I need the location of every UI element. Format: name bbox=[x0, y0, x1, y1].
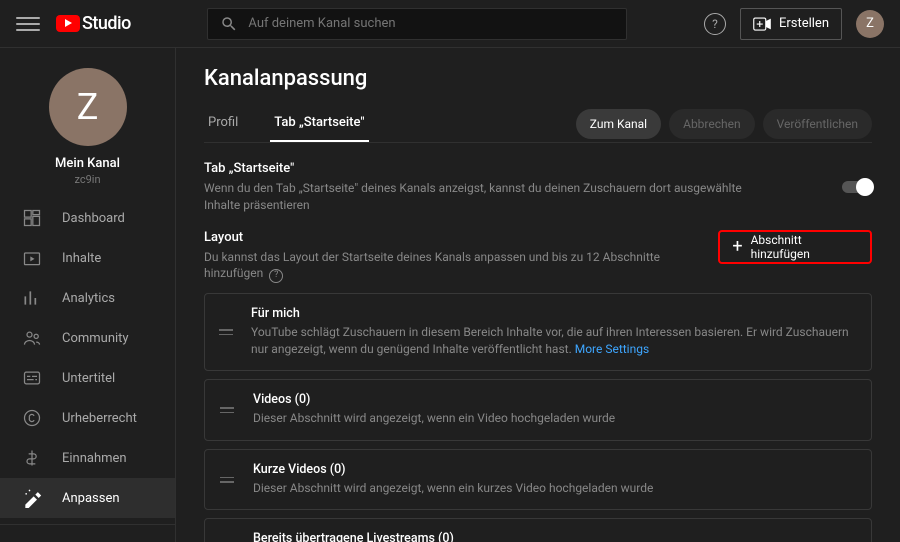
sidebar-item-copyright[interactable]: Urheberrecht bbox=[0, 398, 175, 438]
analytics-icon bbox=[22, 288, 42, 308]
content-icon bbox=[22, 248, 42, 268]
sidebar-item-subtitles[interactable]: Untertitel bbox=[0, 358, 175, 398]
drag-handle-icon[interactable] bbox=[219, 329, 233, 335]
sidebar-item-community[interactable]: Community bbox=[0, 318, 175, 358]
sidebar-item-analytics[interactable]: Analytics bbox=[0, 278, 175, 318]
account-avatar[interactable]: Z bbox=[856, 10, 884, 38]
layout-card[interactable]: Bereits übertragene Livestreams (0)Diese… bbox=[204, 518, 872, 542]
create-icon bbox=[753, 17, 771, 31]
tab-profile[interactable]: Profil bbox=[204, 105, 242, 142]
card-desc: Dieser Abschnitt wird angezeigt, wenn ei… bbox=[253, 480, 653, 497]
plus-icon: + bbox=[732, 238, 742, 256]
separator bbox=[0, 524, 175, 525]
card-title: Bereits übertragene Livestreams (0) bbox=[253, 531, 667, 542]
channel-handle: zc9in bbox=[74, 173, 100, 186]
card-title: Videos (0) bbox=[253, 392, 615, 407]
sidebar-item-content[interactable]: Inhalte bbox=[0, 238, 175, 278]
more-settings-link[interactable]: More Settings bbox=[575, 342, 649, 356]
app-header: Studio ? Erstellen Z bbox=[0, 0, 900, 48]
sidebar: Z Mein Kanal zc9in Dashboard Inhalte Ana… bbox=[0, 48, 176, 542]
card-desc: YouTube schlägt Zuschauern in diesem Ber… bbox=[251, 324, 857, 359]
layout-card[interactable]: Kurze Videos (0) Dieser Abschnitt wird an… bbox=[204, 449, 872, 510]
main-content: Kanalanpassung Profil Tab „Startseite" Z… bbox=[176, 48, 900, 542]
layout-card[interactable]: Für mich YouTube schlägt Zuschauern in di… bbox=[204, 293, 872, 372]
card-title: Kurze Videos (0) bbox=[253, 462, 653, 477]
home-tab-section: Tab „Startseite" Wenn du den Tab „Starts… bbox=[204, 161, 872, 214]
layout-heading: Layout bbox=[204, 230, 718, 245]
card-desc: Dieser Abschnitt wird angezeigt, wenn ei… bbox=[253, 410, 615, 427]
home-tab-desc: Wenn du den Tab „Startseite" deines Kana… bbox=[204, 180, 764, 214]
sidebar-item-customization[interactable]: Anpassen bbox=[0, 478, 175, 518]
customization-icon bbox=[22, 488, 42, 508]
tab-home[interactable]: Tab „Startseite" bbox=[270, 105, 368, 142]
sidebar-item-settings[interactable]: Einstellungen bbox=[0, 531, 175, 542]
card-title: Für mich bbox=[251, 306, 857, 321]
search-input[interactable] bbox=[248, 16, 614, 31]
home-tab-toggle[interactable] bbox=[842, 181, 872, 193]
tab-bar: Profil Tab „Startseite" Zum Kanal Abbrec… bbox=[204, 105, 872, 143]
logo[interactable]: Studio bbox=[56, 13, 131, 34]
copyright-icon bbox=[22, 408, 42, 428]
community-icon bbox=[22, 328, 42, 348]
layout-section: Layout Du kannst das Layout der Startsei… bbox=[204, 230, 872, 283]
channel-profile: Z Mein Kanal zc9in bbox=[0, 48, 175, 198]
home-tab-heading: Tab „Startseite" bbox=[204, 161, 764, 176]
cancel-button[interactable]: Abbrechen bbox=[669, 109, 755, 139]
subtitles-icon bbox=[22, 368, 42, 388]
youtube-icon bbox=[56, 15, 80, 32]
menu-toggle[interactable] bbox=[16, 12, 40, 36]
dashboard-icon bbox=[22, 208, 42, 228]
channel-name: Mein Kanal bbox=[55, 156, 120, 171]
page-title: Kanalanpassung bbox=[204, 66, 872, 91]
search-icon bbox=[220, 15, 238, 33]
add-section-button[interactable]: + Abschnitt hinzufügen bbox=[718, 230, 872, 264]
publish-button[interactable]: Veröffentlichen bbox=[763, 109, 872, 139]
help-icon[interactable]: ? bbox=[704, 13, 726, 35]
channel-avatar[interactable]: Z bbox=[49, 68, 127, 146]
logo-text: Studio bbox=[82, 13, 131, 34]
sidebar-nav: Dashboard Inhalte Analytics Community Un… bbox=[0, 198, 175, 542]
layout-card[interactable]: Videos (0) Dieser Abschnitt wird angezeig… bbox=[204, 379, 872, 440]
drag-handle-icon[interactable] bbox=[219, 407, 235, 413]
sidebar-item-dashboard[interactable]: Dashboard bbox=[0, 198, 175, 238]
layout-desc: Du kannst das Layout der Startseite dein… bbox=[204, 249, 718, 283]
monetization-icon bbox=[22, 448, 42, 468]
drag-handle-icon[interactable] bbox=[219, 477, 235, 483]
search-box[interactable] bbox=[207, 8, 627, 40]
info-icon[interactable]: ? bbox=[269, 269, 283, 283]
view-channel-button[interactable]: Zum Kanal bbox=[576, 109, 661, 139]
create-label: Erstellen bbox=[779, 16, 829, 31]
sidebar-item-monetization[interactable]: Einnahmen bbox=[0, 438, 175, 478]
create-button[interactable]: Erstellen bbox=[740, 8, 842, 40]
